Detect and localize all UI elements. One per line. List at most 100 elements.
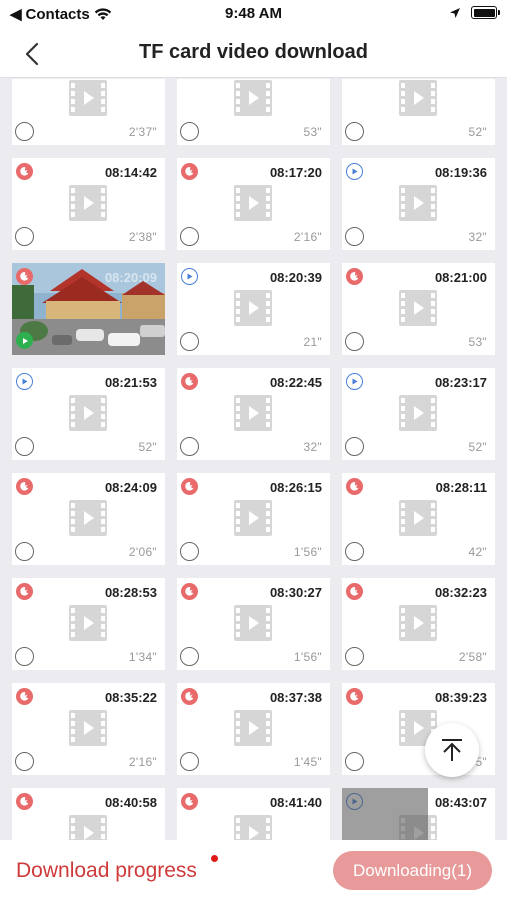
- nav-bar: TF card video download: [0, 30, 507, 78]
- video-time: 08:22:45: [269, 375, 322, 390]
- video-placeholder-icon: [234, 815, 272, 840]
- play-icon[interactable]: [16, 332, 33, 349]
- video-duration: 52": [468, 440, 487, 454]
- select-checkbox[interactable]: [15, 437, 34, 456]
- video-time: 08:21:53: [104, 375, 157, 390]
- video-duration: 52": [138, 440, 157, 454]
- select-checkbox[interactable]: [15, 122, 34, 141]
- video-card[interactable]: 08:30:27 1'56": [177, 578, 330, 670]
- video-time: 08:30:27: [269, 585, 322, 600]
- video-duration: 32": [468, 230, 487, 244]
- alarm-event-icon: [181, 373, 198, 390]
- bottom-bar: Download progress Downloading(1): [0, 840, 507, 900]
- select-checkbox[interactable]: [15, 647, 34, 666]
- video-card[interactable]: 2'37": [12, 79, 165, 145]
- video-card[interactable]: 08:40:5842": [12, 788, 165, 840]
- normal-recording-icon: [346, 373, 363, 390]
- video-card[interactable]: 08:20:09: [12, 263, 165, 355]
- video-duration: 2'58": [458, 650, 487, 664]
- select-checkbox[interactable]: [15, 227, 34, 246]
- video-card[interactable]: 08:17:20 2'16": [177, 158, 330, 250]
- video-card[interactable]: 08:24:09 2'06": [12, 473, 165, 565]
- video-time: 08:24:09: [104, 480, 157, 495]
- video-duration: 21": [303, 335, 322, 349]
- select-checkbox[interactable]: [180, 227, 199, 246]
- video-card[interactable]: 52": [342, 79, 495, 145]
- downloading-button[interactable]: Downloading(1): [333, 851, 492, 890]
- video-card[interactable]: 08:26:15 1'56": [177, 473, 330, 565]
- video-time: 08:21:00: [434, 270, 487, 285]
- notification-dot: [211, 855, 218, 862]
- video-card[interactable]: 53": [177, 79, 330, 145]
- select-checkbox[interactable]: [345, 437, 364, 456]
- alarm-event-icon: [346, 688, 363, 705]
- video-card[interactable]: 08:21:53 52": [12, 368, 165, 460]
- download-overlay: [342, 788, 428, 840]
- video-time: 08:14:42: [104, 165, 157, 180]
- alarm-event-icon: [16, 688, 33, 705]
- video-card[interactable]: 08:20:39 21": [177, 263, 330, 355]
- alarm-event-icon: [16, 583, 33, 600]
- select-checkbox[interactable]: [345, 227, 364, 246]
- arrow-up-to-line-icon: [442, 739, 462, 761]
- video-placeholder-icon: [399, 500, 437, 536]
- alarm-event-icon: [346, 583, 363, 600]
- video-duration: 1'56": [293, 545, 322, 559]
- video-time: 08:28:53: [104, 585, 157, 600]
- select-checkbox[interactable]: [15, 542, 34, 561]
- video-time: 08:32:23: [434, 585, 487, 600]
- video-card[interactable]: 08:19:36 32": [342, 158, 495, 250]
- video-time: 08:41:40: [269, 795, 322, 810]
- alarm-event-icon: [181, 583, 198, 600]
- scroll-to-top-button[interactable]: [425, 723, 479, 777]
- video-duration: 2'06": [128, 545, 157, 559]
- video-time: 08:35:22: [104, 690, 157, 705]
- alarm-event-icon: [16, 478, 33, 495]
- video-time: 08:37:38: [269, 690, 322, 705]
- video-duration: 1'45": [293, 755, 322, 769]
- video-duration: 2'38": [128, 230, 157, 244]
- video-grid-viewport[interactable]: 2'37" 53" 52" 08:14:42 2'38" 08:17:20 2'16" 08:…: [0, 79, 507, 840]
- video-placeholder-icon: [399, 395, 437, 431]
- select-checkbox[interactable]: [180, 752, 199, 771]
- select-checkbox[interactable]: [345, 647, 364, 666]
- video-placeholder-icon: [234, 605, 272, 641]
- video-time: 08:26:15: [269, 480, 322, 495]
- video-placeholder-icon: [69, 80, 107, 116]
- video-card[interactable]: 08:28:53 1'34": [12, 578, 165, 670]
- download-progress-link[interactable]: Download progress: [16, 859, 197, 883]
- video-card[interactable]: 08:21:00 53": [342, 263, 495, 355]
- location-arrow-icon: [450, 7, 460, 18]
- video-card[interactable]: 08:32:23 2'58": [342, 578, 495, 670]
- video-card[interactable]: 08:35:22 2'16": [12, 683, 165, 775]
- video-card[interactable]: 08:22:45 32": [177, 368, 330, 460]
- select-checkbox[interactable]: [180, 122, 199, 141]
- video-card[interactable]: 08:14:42 2'38": [12, 158, 165, 250]
- video-time: 08:40:58: [104, 795, 157, 810]
- video-duration: 52": [468, 125, 487, 139]
- video-card[interactable]: 08:37:38 1'45": [177, 683, 330, 775]
- select-checkbox[interactable]: [180, 647, 199, 666]
- video-card[interactable]: 08:41:402'27": [177, 788, 330, 840]
- alarm-event-icon: [16, 268, 33, 285]
- select-checkbox[interactable]: [180, 437, 199, 456]
- select-checkbox[interactable]: [15, 752, 34, 771]
- video-time: 08:17:20: [269, 165, 322, 180]
- select-checkbox[interactable]: [345, 332, 364, 351]
- status-time: 9:48 AM: [225, 5, 282, 22]
- select-checkbox[interactable]: [345, 122, 364, 141]
- video-placeholder-icon: [69, 500, 107, 536]
- video-card[interactable]: 08:43:071'24"1: [342, 788, 495, 840]
- video-card[interactable]: 08:23:17 52": [342, 368, 495, 460]
- status-bar: ◀ Contacts 9:48 AM: [0, 0, 507, 30]
- normal-recording-icon: [16, 373, 33, 390]
- select-checkbox[interactable]: [180, 542, 199, 561]
- video-duration: 2'37": [128, 125, 157, 139]
- select-checkbox[interactable]: [345, 752, 364, 771]
- page-title: TF card video download: [139, 41, 368, 63]
- video-time: 08:43:07: [434, 795, 487, 810]
- video-duration: 2'16": [128, 755, 157, 769]
- video-card[interactable]: 08:28:11 42": [342, 473, 495, 565]
- select-checkbox[interactable]: [180, 332, 199, 351]
- select-checkbox[interactable]: [345, 542, 364, 561]
